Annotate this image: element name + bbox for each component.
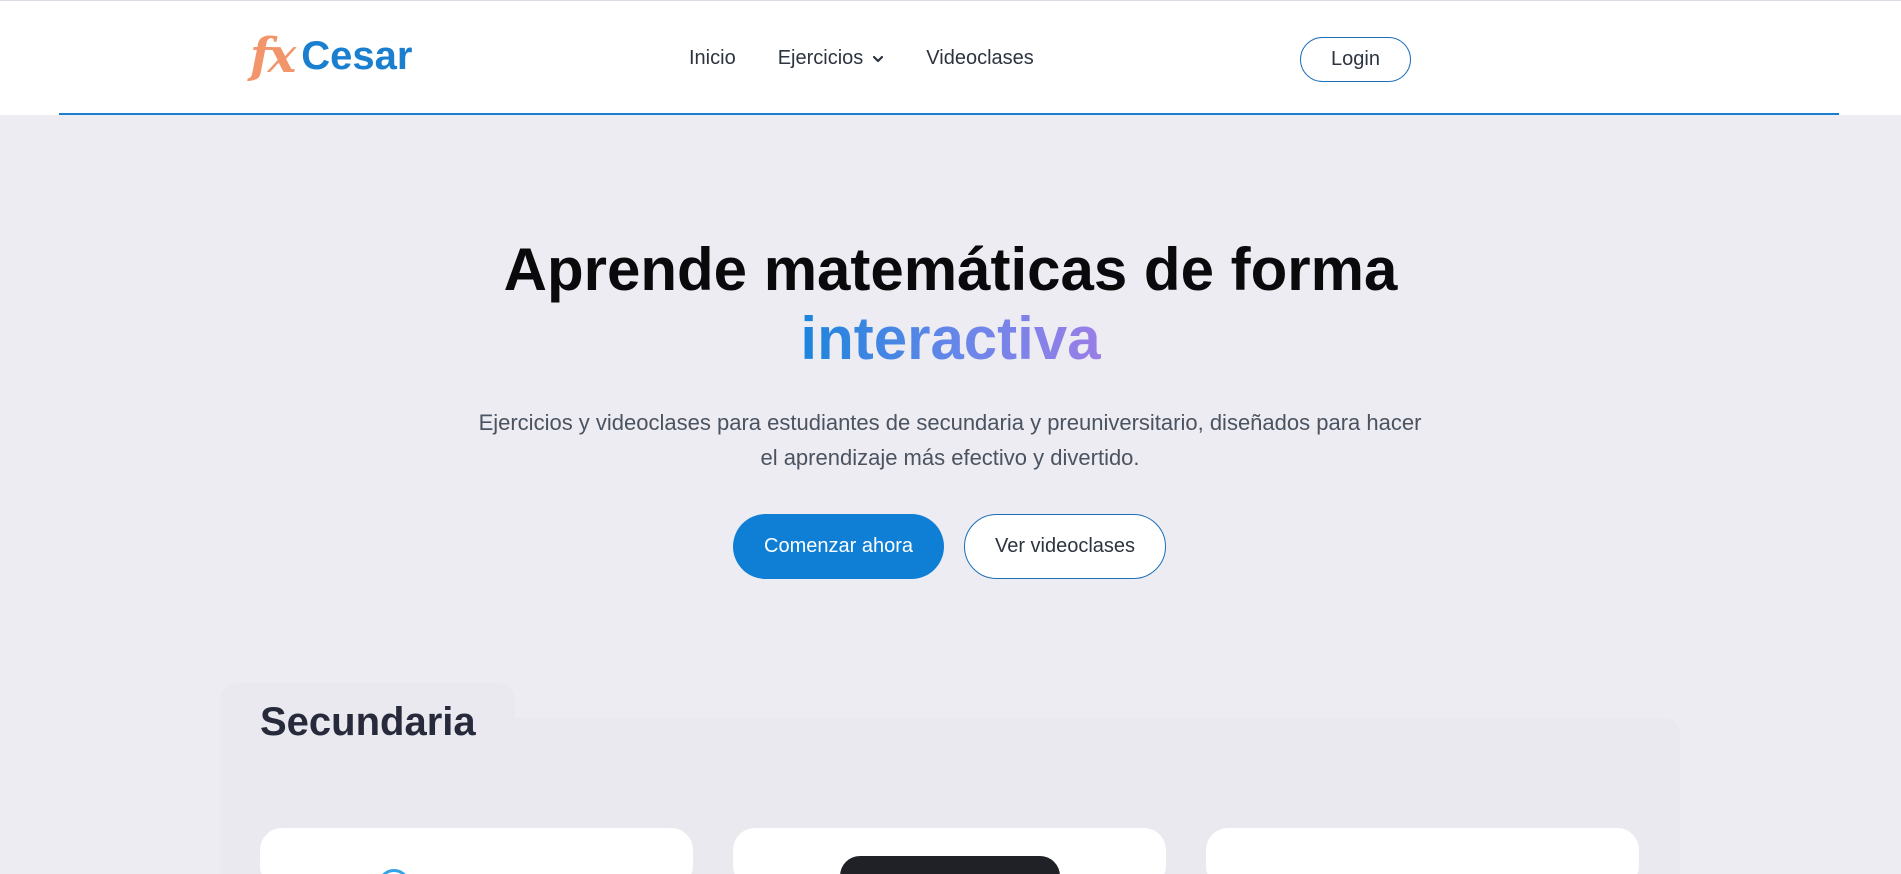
nav-item-label: Ejercicios	[777, 47, 864, 69]
nav-item-label: Videoclases	[926, 47, 1034, 69]
nav-item-inicio[interactable]: Inicio	[689, 47, 736, 70]
logo[interactable]: fx Cesar	[250, 27, 412, 85]
nav-item-videoclases[interactable]: Videoclases	[926, 47, 1033, 70]
nav-item-ejercicios[interactable]: Ejercicios	[778, 47, 885, 70]
course-card[interactable]	[260, 828, 693, 874]
card-illustration	[840, 856, 1060, 874]
course-card[interactable]	[1206, 828, 1639, 874]
logo-name: Cesar	[301, 33, 413, 78]
hero-title: Aprende matemáticas de forma	[503, 236, 1398, 303]
section-title: Secundaria	[260, 700, 476, 744]
hero-accent-text: interactiva	[800, 305, 1101, 372]
login-button[interactable]: Login	[1300, 37, 1411, 82]
chevron-down-icon	[873, 55, 884, 62]
logo-fx-mark: fx	[250, 28, 296, 84]
site-header: fx Cesar Inicio Ejercicios Videoclases L…	[0, 1, 1901, 115]
nav-item-label: Inicio	[689, 47, 736, 69]
hero-subtitle: Ejercicios y videoclases para estudiante…	[478, 410, 1422, 470]
view-videoclasses-button[interactable]: Ver videoclases	[964, 514, 1166, 579]
hero-title-accent: interactiva	[0, 305, 1901, 373]
start-now-button[interactable]: Comenzar ahora	[733, 514, 944, 579]
main-nav: Inicio Ejercicios Videoclases	[689, 47, 1076, 70]
header-divider	[59, 113, 1839, 115]
